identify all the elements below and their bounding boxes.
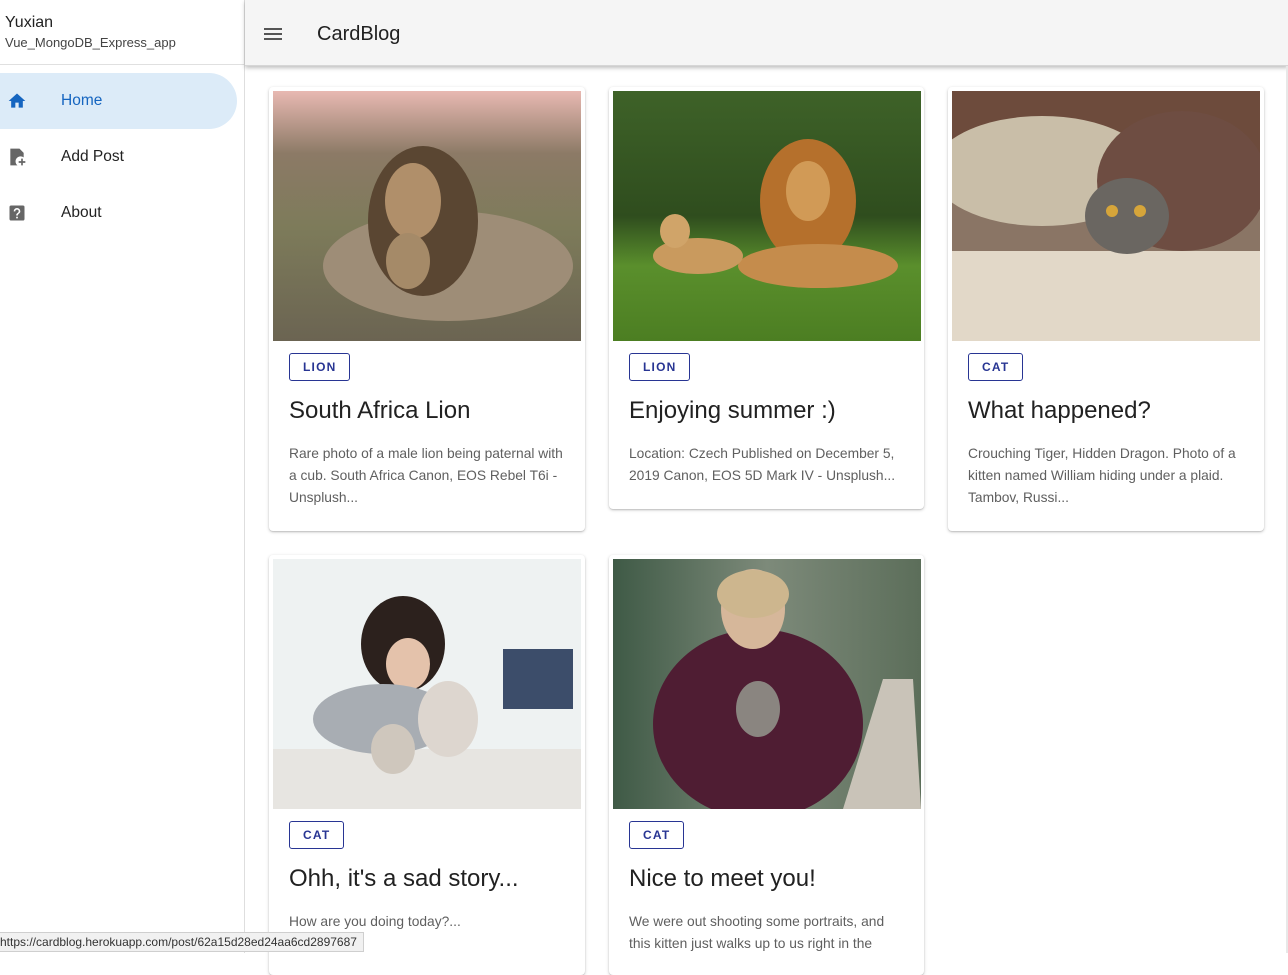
card-title: Nice to meet you!	[629, 865, 816, 892]
nav-list: Home Add Post About	[0, 65, 244, 241]
sidebar-item-home[interactable]: Home	[0, 73, 237, 129]
card-description: We were out shooting some portraits, and…	[629, 914, 885, 951]
app-bar: CardBlog	[245, 0, 1288, 66]
user-header: Yuxian Vue_MongoDB_Express_app	[0, 0, 244, 65]
tag-chip[interactable]: CAT	[968, 353, 1024, 381]
card-title: South Africa Lion	[289, 397, 471, 424]
card-description: How are you doing today?...	[289, 914, 461, 929]
post-card[interactable]: CAT What happened? Crouching Tiger, Hidd…	[948, 87, 1264, 531]
sidebar-item-label: Add Post	[61, 148, 124, 165]
card-description: Crouching Tiger, Hidden Dragon. Photo of…	[968, 446, 1236, 505]
post-card[interactable]: LION Enjoying summer :) Location: Czech …	[609, 87, 924, 509]
home-icon	[8, 93, 26, 108]
card-image	[273, 91, 581, 341]
tag-chip[interactable]: CAT	[629, 821, 685, 849]
sidebar-item-about[interactable]: About	[0, 185, 237, 241]
card-title: Enjoying summer :)	[629, 397, 836, 424]
card-description: Rare photo of a male lion being paternal…	[289, 446, 563, 505]
navigation-drawer: Yuxian Vue_MongoDB_Express_app Home Add …	[0, 0, 245, 953]
tag-chip[interactable]: LION	[629, 353, 691, 381]
card-title: Ohh, it's a sad story...	[289, 865, 519, 892]
help-icon	[9, 205, 25, 221]
post-card[interactable]: CAT Nice to meet you! We were out shooti…	[609, 555, 924, 975]
tag-chip[interactable]: LION	[289, 353, 351, 381]
sidebar-item-label: About	[61, 204, 102, 221]
post-card[interactable]: CAT Ohh, it's a sad story... How are you…	[269, 555, 585, 975]
post-card[interactable]: LION South Africa Lion Rare photo of a m…	[269, 87, 585, 531]
card-description: Location: Czech Published on December 5,…	[629, 446, 896, 483]
card-image	[613, 91, 921, 341]
user-subtitle: Vue_MongoDB_Express_app	[5, 35, 176, 50]
menu-icon[interactable]	[261, 22, 285, 46]
card-image	[273, 559, 581, 809]
card-title: What happened?	[968, 397, 1151, 424]
user-name: Yuxian	[5, 14, 54, 31]
status-bar-url: https://cardblog.herokuapp.com/post/62a1…	[0, 932, 364, 952]
card-image	[613, 559, 921, 809]
sidebar-item-add-post[interactable]: Add Post	[0, 129, 237, 185]
card-image	[952, 91, 1260, 341]
page-title: CardBlog	[317, 23, 401, 45]
sidebar-item-label: Home	[61, 92, 103, 109]
add-file-icon	[10, 148, 26, 166]
tag-chip[interactable]: CAT	[289, 821, 345, 849]
